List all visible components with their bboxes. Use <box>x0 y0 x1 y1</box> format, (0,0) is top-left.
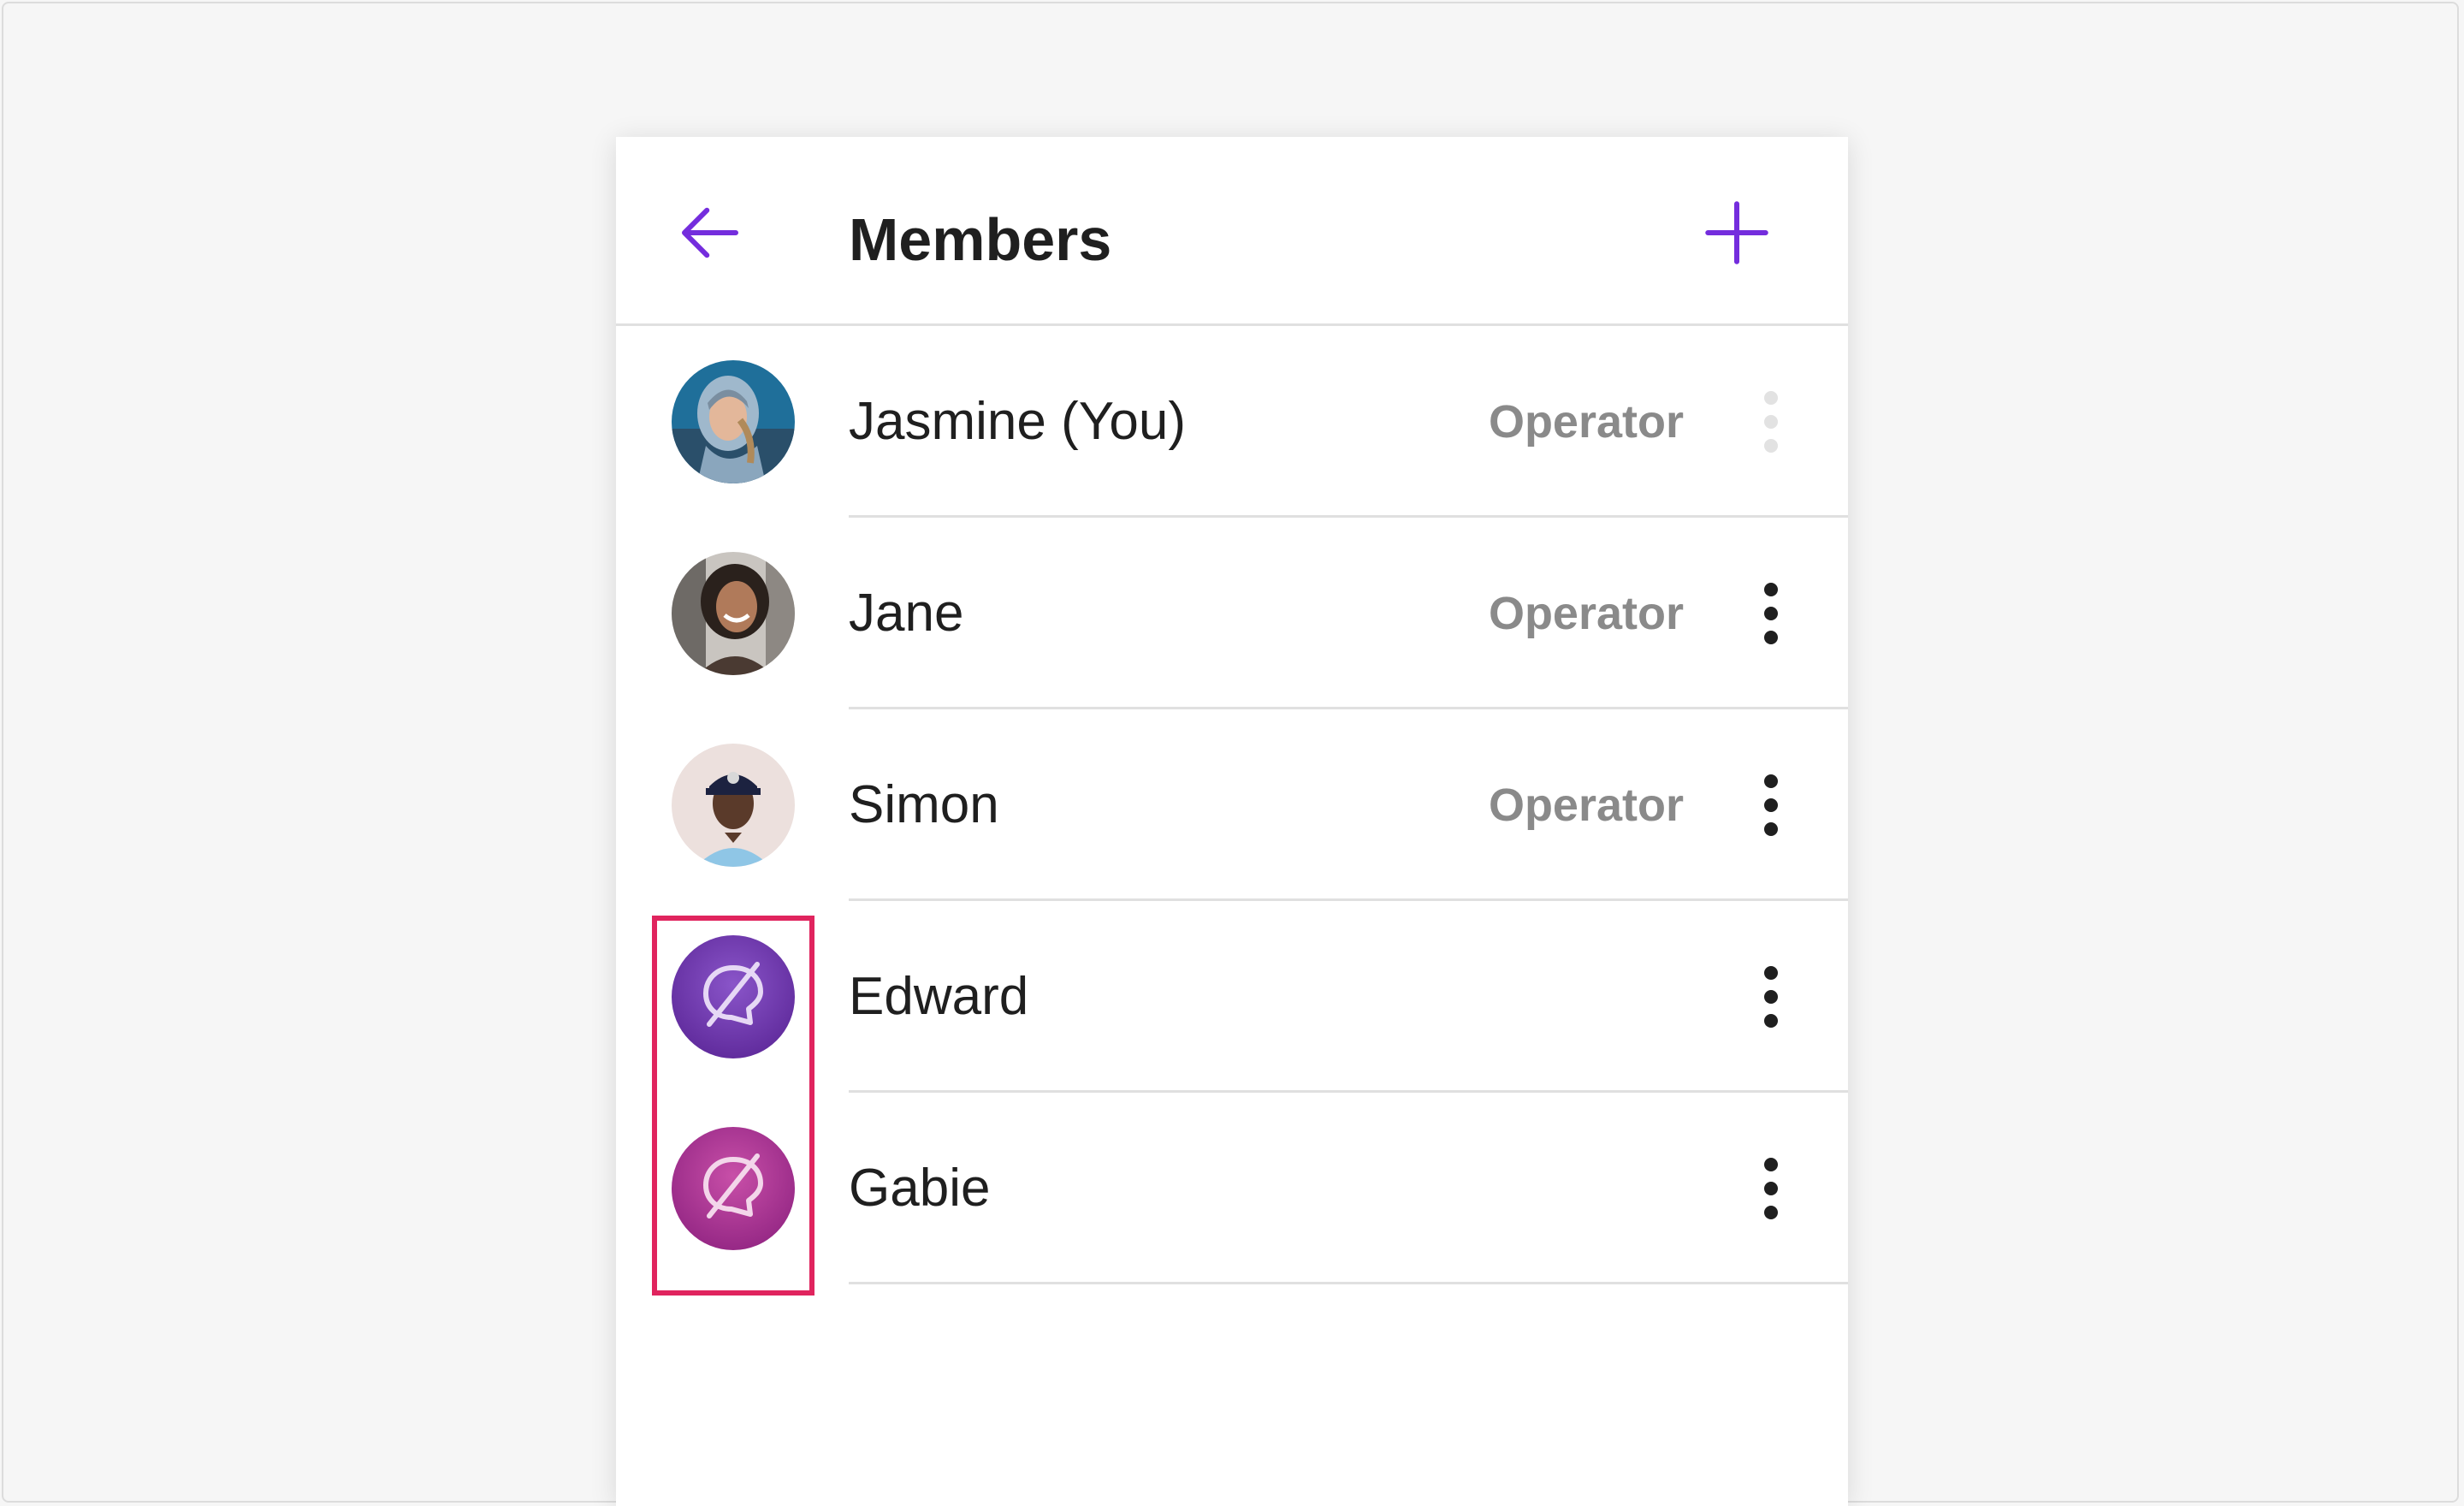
more-options-button <box>1745 379 1797 465</box>
member-row[interactable]: Jane Operator <box>616 518 1848 709</box>
member-role: Operator <box>1488 588 1684 639</box>
member-list: Jasmine (You) Operator Jane Operator Sim… <box>616 326 1848 1284</box>
more-vertical-icon <box>1764 966 1778 980</box>
more-options-button[interactable] <box>1745 762 1797 848</box>
more-vertical-icon-dot <box>1764 1206 1778 1219</box>
app-header: Members <box>616 137 1848 326</box>
more-vertical-icon <box>1764 774 1778 788</box>
more-vertical-icon <box>1764 583 1778 596</box>
arrow-left-icon <box>682 207 738 258</box>
avatar <box>672 552 795 675</box>
more-options-button[interactable] <box>1745 954 1797 1040</box>
member-row[interactable]: Jasmine (You) Operator <box>616 326 1848 518</box>
members-screen: Members Jasmine (You) Operator Jane Oper… <box>616 137 1848 1506</box>
member-role: Operator <box>1488 780 1684 831</box>
more-vertical-icon-dot <box>1764 1182 1778 1195</box>
more-options-button[interactable] <box>1745 1146 1797 1231</box>
row-divider <box>849 1282 1848 1284</box>
member-row[interactable]: Gabie <box>616 1093 1848 1284</box>
more-options-button[interactable] <box>1745 571 1797 656</box>
member-row[interactable]: Simon Operator <box>616 709 1848 901</box>
more-vertical-icon <box>1764 391 1778 405</box>
more-vertical-icon-dot <box>1764 990 1778 1004</box>
avatar <box>672 744 795 867</box>
back-button[interactable] <box>667 190 753 276</box>
more-vertical-icon-dot <box>1764 822 1778 836</box>
member-name: Jasmine (You) <box>849 392 1187 451</box>
member-name: Jane <box>849 584 964 643</box>
member-name: Simon <box>849 775 999 834</box>
member-name: Edward <box>849 967 1029 1026</box>
page-title: Members <box>849 206 1112 273</box>
more-vertical-icon-dot <box>1764 439 1778 453</box>
member-name: Gabie <box>849 1159 991 1218</box>
default-avatar <box>672 1127 795 1250</box>
more-vertical-icon-dot <box>1764 798 1778 812</box>
member-row[interactable]: Edward <box>616 901 1848 1093</box>
member-role: Operator <box>1488 396 1684 448</box>
more-vertical-icon-dot <box>1764 631 1778 644</box>
default-avatar <box>672 935 795 1058</box>
more-vertical-icon-dot <box>1764 607 1778 620</box>
more-vertical-icon-dot <box>1764 1014 1778 1028</box>
add-member-button[interactable] <box>1694 190 1780 276</box>
plus-icon <box>1705 201 1768 264</box>
more-vertical-icon <box>1764 1158 1778 1171</box>
more-vertical-icon-dot <box>1764 415 1778 429</box>
avatar <box>672 360 795 483</box>
